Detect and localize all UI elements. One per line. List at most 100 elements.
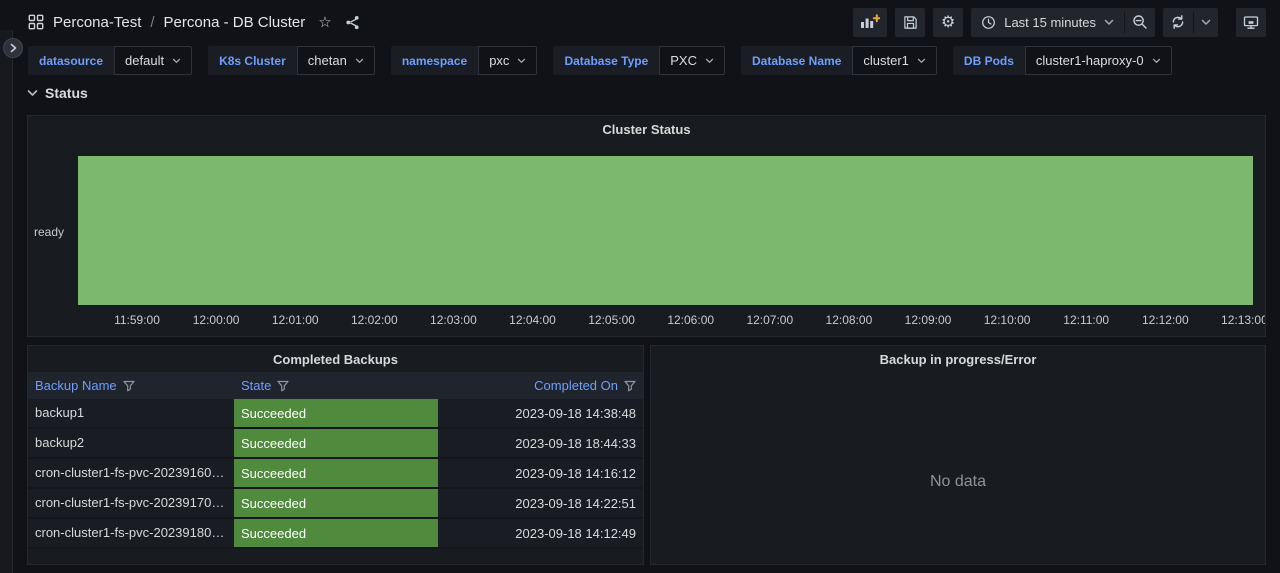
- template-variable: Database Type PXC: [553, 46, 725, 75]
- cell-state-badge: Succeeded: [234, 459, 438, 487]
- cell-state-badge: Succeeded: [234, 519, 438, 547]
- column-header-state[interactable]: State: [234, 372, 438, 399]
- chevron-down-icon: [917, 58, 926, 64]
- cell-state-badge: Succeeded: [234, 489, 438, 517]
- refresh-interval-dropdown[interactable]: [1194, 8, 1218, 37]
- chevron-down-icon: [517, 58, 526, 64]
- variable-value: cluster1-haproxy-0: [1036, 53, 1144, 68]
- variable-value-dropdown[interactable]: pxc: [478, 46, 537, 75]
- x-axis-tick-label: 12:04:00: [509, 313, 556, 327]
- column-header-label: Completed On: [534, 378, 618, 393]
- x-axis-tick-label: 12:10:00: [984, 313, 1031, 327]
- table-row: backup2 Succeeded 2023-09-18 18:44:33: [28, 429, 643, 459]
- variable-label: namespace: [391, 46, 478, 75]
- monitor-icon: [1243, 15, 1259, 30]
- panel-cluster-status: Cluster Status ready 11:59:00 12:00:00 1…: [27, 115, 1266, 337]
- cell-completed-on: 2023-09-18 18:44:33: [438, 429, 643, 457]
- time-controls-group: Last 15 minutes: [971, 8, 1155, 37]
- panel-title[interactable]: Backup in progress/Error: [651, 346, 1265, 372]
- variable-label: Database Type: [553, 46, 659, 75]
- add-panel-icon: [860, 14, 880, 30]
- cell-backup-name: cron-cluster1-fs-pvc-2023917002…: [28, 489, 234, 517]
- section-title: Status: [45, 85, 88, 101]
- clock-icon: [981, 15, 996, 30]
- breadcrumb-separator: /: [150, 14, 154, 31]
- save-dashboard-button[interactable]: [895, 8, 925, 37]
- variable-value-dropdown[interactable]: chetan: [297, 46, 375, 75]
- filter-funnel-icon[interactable]: [277, 380, 289, 392]
- cell-completed-on: 2023-09-18 14:22:51: [438, 489, 643, 517]
- variable-label: datasource: [28, 46, 114, 75]
- variable-value: chetan: [308, 53, 347, 68]
- refresh-icon: [1170, 14, 1186, 30]
- section-status[interactable]: Status: [27, 85, 88, 101]
- breadcrumb-folder[interactable]: Percona-Test: [53, 14, 141, 31]
- zoom-out-button[interactable]: [1125, 8, 1155, 37]
- variable-label: DB Pods: [953, 46, 1025, 75]
- variable-value-dropdown[interactable]: PXC: [659, 46, 725, 75]
- share-button[interactable]: [343, 13, 362, 32]
- variable-value-dropdown[interactable]: cluster1: [852, 46, 937, 75]
- cell-state-badge: Succeeded: [234, 399, 438, 427]
- dashboard-settings-button[interactable]: ⚙: [933, 8, 963, 37]
- star-icon: ☆: [318, 15, 331, 30]
- x-axis-tick-label: 12:09:00: [905, 313, 952, 327]
- time-range-picker[interactable]: Last 15 minutes: [971, 8, 1124, 37]
- x-axis-tick-label: 12:13:00: [1221, 313, 1266, 327]
- cell-state-badge: Succeeded: [234, 429, 438, 457]
- panel-title[interactable]: Cluster Status: [28, 116, 1265, 142]
- panel-title[interactable]: Completed Backups: [28, 346, 643, 372]
- template-variable: namespace pxc: [391, 46, 538, 75]
- add-panel-button[interactable]: [853, 8, 887, 37]
- chevron-down-icon: [1201, 19, 1211, 26]
- cell-backup-name: backup1: [28, 399, 234, 427]
- expand-menu-button[interactable]: [3, 38, 23, 58]
- state-timeline-bar-ready: [78, 156, 1253, 305]
- x-axis-tick-label: 12:03:00: [430, 313, 477, 327]
- favorite-star-button[interactable]: ☆: [316, 13, 333, 32]
- variables-row: datasource default K8s Cluster chetan na…: [28, 46, 1172, 75]
- cell-backup-name: cron-cluster1-fs-pvc-2023918002…: [28, 519, 234, 547]
- template-variable: datasource default: [28, 46, 192, 75]
- cycle-view-mode-button[interactable]: [1236, 8, 1266, 37]
- filter-funnel-icon[interactable]: [123, 380, 135, 392]
- time-range-label: Last 15 minutes: [1004, 15, 1096, 30]
- zoom-out-icon: [1132, 14, 1148, 30]
- x-axis-tick-label: 12:08:00: [826, 313, 873, 327]
- template-variable: K8s Cluster chetan: [208, 46, 375, 75]
- chevron-down-icon: [27, 89, 38, 97]
- template-variable: Database Name cluster1: [741, 46, 937, 75]
- chevron-right-icon: [9, 43, 18, 53]
- x-axis-tick-label: 12:02:00: [351, 313, 398, 327]
- variable-value: cluster1: [863, 53, 909, 68]
- refresh-button[interactable]: [1163, 8, 1193, 37]
- dashboards-grid-icon: [28, 14, 44, 30]
- top-navigation: Percona-Test / Percona - DB Cluster ☆ ⚙: [0, 0, 1280, 44]
- chevron-down-icon: [705, 58, 714, 64]
- column-header-backup-name[interactable]: Backup Name: [28, 372, 234, 399]
- chevron-down-icon: [1152, 58, 1161, 64]
- cell-completed-on: 2023-09-18 14:12:49: [438, 519, 643, 547]
- chevron-down-icon: [355, 58, 364, 64]
- column-header-completed-on[interactable]: Completed On: [438, 372, 643, 399]
- panel-completed-backups: Completed Backups Backup Name State Comp…: [27, 345, 644, 565]
- x-axis-tick-label: 12:12:00: [1142, 313, 1189, 327]
- variable-value-dropdown[interactable]: default: [114, 46, 192, 75]
- x-axis-tick-label: 12:07:00: [746, 313, 793, 327]
- breadcrumb: Percona-Test / Percona - DB Cluster ☆: [28, 13, 362, 32]
- table-row: backup1 Succeeded 2023-09-18 14:38:48: [28, 399, 643, 429]
- column-header-label: State: [241, 378, 271, 393]
- refresh-group: [1163, 8, 1218, 37]
- x-axis-tick-label: 12:01:00: [272, 313, 319, 327]
- variable-value-dropdown[interactable]: cluster1-haproxy-0: [1025, 46, 1172, 75]
- table-header-row: Backup Name State Completed On: [28, 372, 643, 399]
- no-data-message: No data: [651, 473, 1265, 491]
- table-body: backup1 Succeeded 2023-09-18 14:38:48 ba…: [28, 399, 643, 549]
- sidebar-strip: [0, 30, 13, 573]
- breadcrumb-dashboard[interactable]: Percona - DB Cluster: [164, 14, 306, 31]
- variable-value: PXC: [670, 53, 697, 68]
- variable-value: pxc: [489, 53, 509, 68]
- grafana-dashboard: Percona-Test / Percona - DB Cluster ☆ ⚙: [0, 0, 1280, 573]
- cell-completed-on: 2023-09-18 14:38:48: [438, 399, 643, 427]
- filter-funnel-icon[interactable]: [624, 380, 636, 392]
